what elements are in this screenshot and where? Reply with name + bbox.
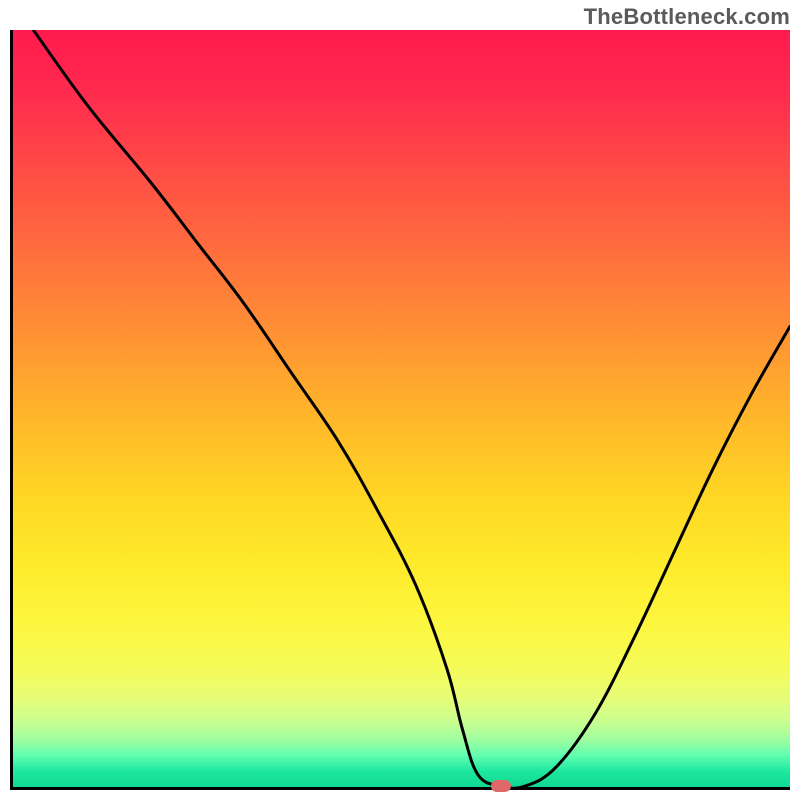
chart-container: TheBottleneck.com: [0, 0, 800, 800]
plot-area: [10, 30, 790, 790]
selected-point-marker: [491, 780, 511, 792]
bottleneck-curve: [33, 30, 790, 788]
curve-layer: [10, 30, 790, 790]
watermark-text: TheBottleneck.com: [584, 4, 790, 30]
